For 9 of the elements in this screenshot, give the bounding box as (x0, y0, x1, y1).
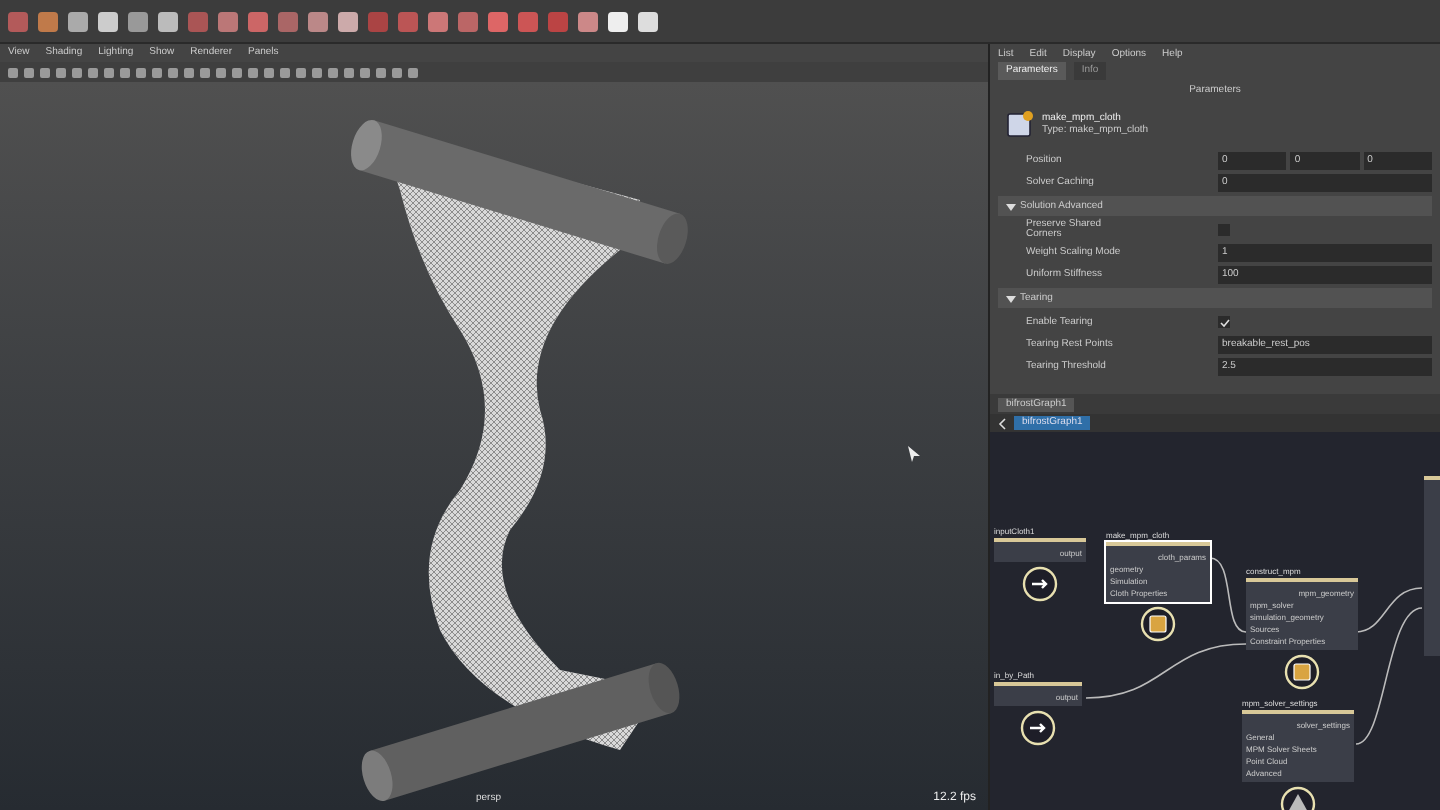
back-icon[interactable] (998, 417, 1006, 429)
caret-icon[interactable] (1006, 293, 1016, 304)
cursor-icon (908, 446, 920, 462)
caret-icon[interactable] (1006, 201, 1016, 212)
check-icon (1219, 317, 1229, 328)
checkbox[interactable] (1218, 224, 1230, 237)
graph-node[interactable] (1424, 476, 1440, 656)
node-icon (1006, 110, 1034, 139)
checkbox[interactable] (1218, 316, 1230, 329)
